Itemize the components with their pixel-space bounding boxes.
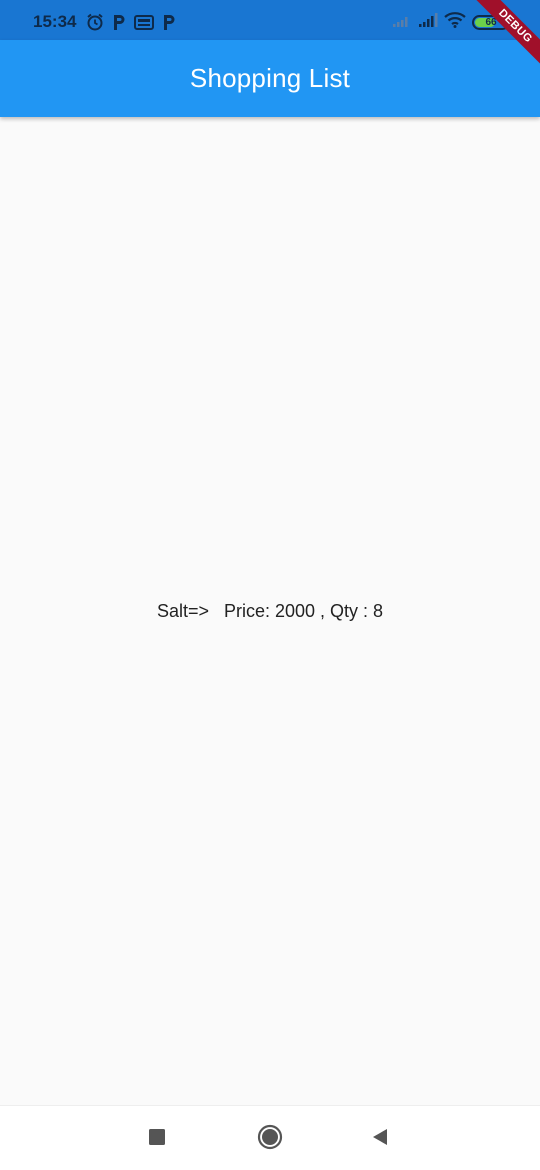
signal-icon <box>418 12 438 33</box>
navigation-bar <box>0 1105 540 1170</box>
recent-apps-button[interactable] <box>142 1124 172 1154</box>
p-app-icon <box>162 13 176 31</box>
news-app-icon <box>134 13 154 31</box>
p-app-icon <box>112 13 126 31</box>
battery-percent: 66 <box>485 16 497 28</box>
wifi-icon <box>444 11 466 33</box>
home-icon <box>256 1123 284 1156</box>
status-time: 15:34 <box>33 12 77 31</box>
notification-icons <box>86 13 176 31</box>
back-icon <box>370 1127 390 1152</box>
list-item: Salt=> Price: 2000 , Qty : 8 <box>156 600 384 621</box>
system-icons: 66 <box>392 11 510 33</box>
list-content: Salt=> Price: 2000 , Qty : 8 <box>0 117 540 1105</box>
back-button[interactable] <box>365 1124 395 1154</box>
alarm-icon <box>86 13 104 31</box>
page-title: Shopping List <box>189 63 351 93</box>
status-bar: 15:34 66 <box>0 0 540 40</box>
battery-icon: 66 <box>472 14 510 30</box>
home-button[interactable] <box>255 1124 285 1154</box>
app-bar: Shopping List <box>0 40 540 117</box>
recent-apps-icon <box>148 1128 166 1151</box>
signal-weak-icon <box>392 12 412 33</box>
